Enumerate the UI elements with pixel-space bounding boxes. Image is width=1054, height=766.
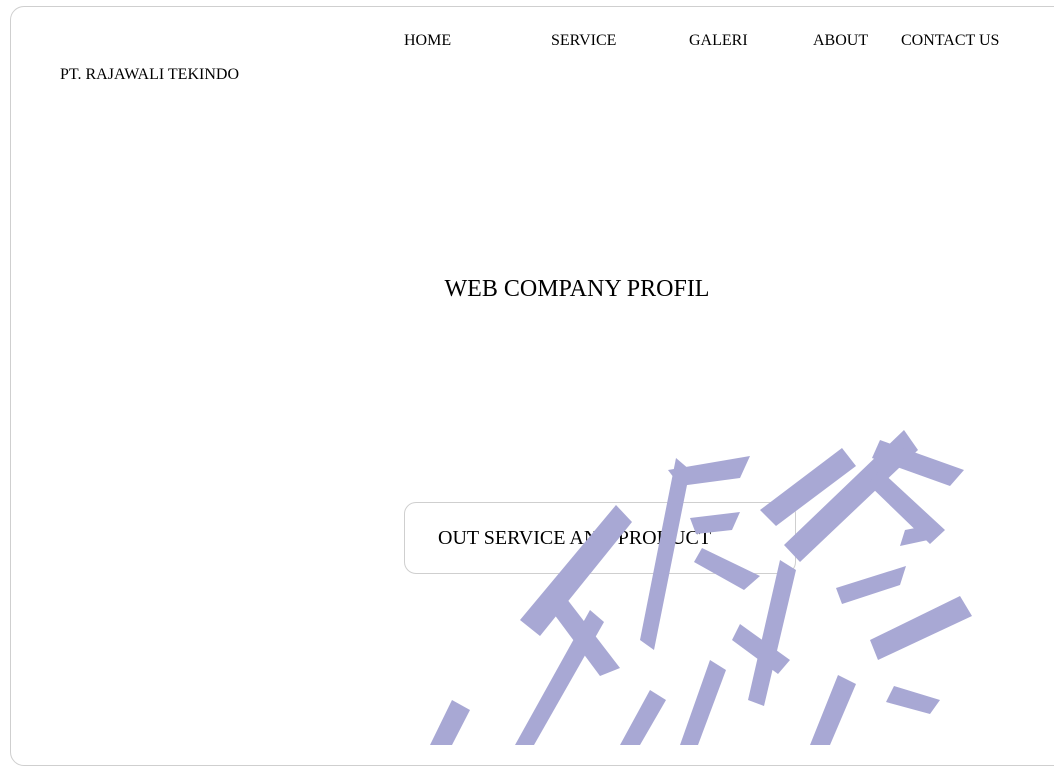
hero-title: WEB COMPANY PROFIL [444,276,710,302]
nav-item-contact-us[interactable]: CONTACT US [901,32,999,50]
nav-item-galeri[interactable]: GALERI [689,32,748,50]
page-frame [10,6,1054,766]
nav-item-home[interactable]: HOME [404,32,451,50]
service-product-button[interactable]: OUT SERVICE AND PRODUCT [404,502,796,574]
nav-item-about[interactable]: ABOUT [813,32,868,50]
company-name: PT. RAJAWALI TEKINDO [60,66,239,83]
nav-item-service[interactable]: SERVICE [551,32,616,50]
